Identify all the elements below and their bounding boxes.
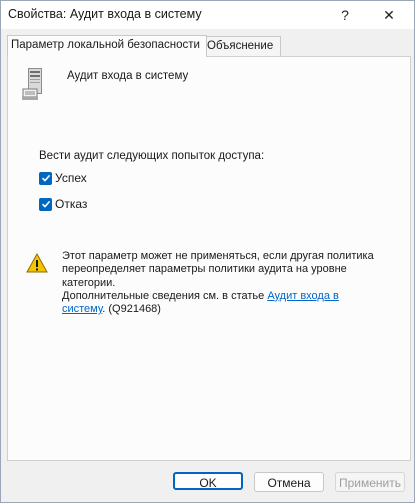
close-button[interactable]: ✕: [367, 1, 411, 29]
warning-line: категории.: [62, 276, 116, 289]
tab-local-security-setting[interactable]: Параметр локальной безопасности: [7, 35, 207, 57]
close-icon: ✕: [383, 6, 395, 23]
ok-button[interactable]: OK: [173, 472, 243, 490]
more-info-prefix: Дополнительные сведения см. в статье: [62, 289, 268, 302]
cancel-button[interactable]: Отмена: [254, 472, 324, 492]
more-info-line-2: систему. (Q921468): [62, 303, 397, 316]
title-bar: Свойства: Аудит входа в систему ? ✕: [1, 1, 414, 29]
warning-icon: [26, 253, 48, 273]
warning-text: Этот параметр может не применяться, если…: [62, 250, 397, 316]
kb-link-part1[interactable]: Аудит входа в: [267, 290, 339, 302]
success-label: Успех: [55, 171, 87, 185]
tab-panel: Аудит входа в систему Вести аудит следую…: [7, 56, 411, 461]
failure-label: Отказ: [55, 197, 88, 211]
success-checkbox[interactable]: [39, 171, 52, 185]
server-icon: [22, 68, 42, 100]
audit-section-label: Вести аудит следующих попыток доступа:: [39, 150, 265, 162]
help-icon: ?: [341, 7, 349, 23]
tab-explain[interactable]: Объяснение: [203, 36, 281, 56]
checkmark-icon: [41, 174, 50, 182]
button-bar: OK Отмена Применить: [1, 461, 414, 502]
success-checkbox-row[interactable]: Успех: [39, 170, 87, 186]
failure-checkbox[interactable]: [39, 197, 52, 211]
help-button[interactable]: ?: [323, 1, 367, 29]
properties-dialog: Свойства: Аудит входа в систему ? ✕ Пара…: [0, 0, 415, 503]
failure-checkbox-row[interactable]: Отказ: [39, 196, 87, 212]
tab-strip: Параметр локальной безопасности Объяснен…: [7, 35, 411, 57]
window-title: Свойства: Аудит входа в систему: [8, 7, 202, 21]
kb-article-id: . (Q921468): [102, 303, 161, 316]
more-info-line: Дополнительные сведения см. в статье Ауд…: [62, 290, 397, 303]
kb-link-part2[interactable]: систему: [62, 303, 102, 315]
warning-line: Этот параметр может не применяться, если…: [62, 250, 374, 262]
checkmark-icon: [41, 200, 50, 208]
policy-name: Аудит входа в систему: [67, 70, 189, 82]
apply-button[interactable]: Применить: [335, 472, 405, 492]
warning-line: переопределяет параметры политики аудита…: [62, 263, 347, 276]
